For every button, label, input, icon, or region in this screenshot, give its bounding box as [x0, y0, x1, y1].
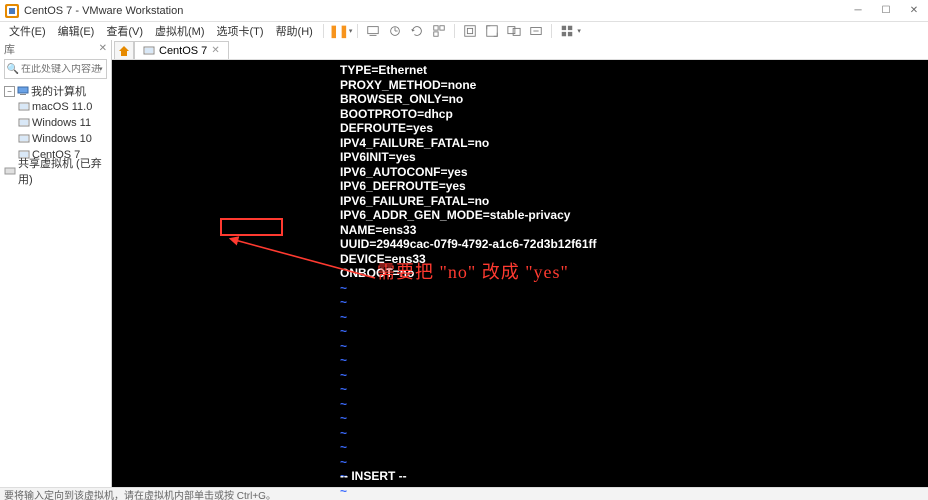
tab-centos7[interactable]: CentOS 7 ✕ — [134, 41, 229, 59]
sidebar-title: 库 — [4, 41, 15, 57]
tree-vm-label: Windows 11 — [32, 117, 91, 129]
terminal-mode-line: -- INSERT -- — [340, 469, 407, 484]
terminal-tildes: ~~~~~~~~~~~~~~~~ — [340, 281, 347, 500]
sidebar-close-icon[interactable]: ✕ — [99, 43, 107, 54]
search-dropdown[interactable]: ▾ — [99, 65, 103, 73]
tree-root-label: 我的计算机 — [31, 83, 86, 99]
shared-icon — [4, 165, 16, 177]
tree-vm-label: macOS 11.0 — [32, 101, 92, 113]
separator — [323, 24, 324, 38]
window-title: CentOS 7 - VMware Workstation — [24, 5, 183, 17]
toolbar-snapshot-icon[interactable] — [385, 22, 405, 40]
vm-icon — [18, 101, 30, 113]
annotation-text: 需要把 "no" 改成 "yes" — [377, 265, 569, 280]
minimize-button[interactable]: ─ — [844, 0, 872, 22]
tree-vm-macos[interactable]: macOS 11.0 — [0, 99, 111, 115]
sidebar-search[interactable]: 🔍 ▾ — [4, 59, 107, 79]
pause-button[interactable]: ❚❚ — [329, 22, 349, 40]
app-icon — [4, 3, 20, 19]
toolbar-fullscreen-icon[interactable] — [482, 22, 502, 40]
tree-vm-win10[interactable]: Windows 10 — [0, 131, 111, 147]
menu-help[interactable]: 帮助(H) — [271, 21, 318, 41]
vm-tree: − 我的计算机 macOS 11.0 Windows 11 Windows 10… — [0, 81, 111, 181]
menu-file[interactable]: 文件(E) — [4, 21, 51, 41]
status-text: 要将输入定向到该虚拟机，请在虚拟机内部单击或按 Ctrl+G。 — [4, 487, 276, 500]
tab-bar: CentOS 7 ✕ — [112, 40, 928, 60]
tree-root-shared[interactable]: 共享虚拟机 (已弃用) — [0, 163, 111, 179]
expander-icon[interactable]: − — [4, 86, 15, 97]
vm-icon — [18, 117, 30, 129]
status-bar: 要将输入定向到该虚拟机，请在虚拟机内部单击或按 Ctrl+G。 — [0, 487, 928, 500]
toolbar-grid-icon[interactable] — [557, 22, 577, 40]
computer-icon — [17, 85, 29, 97]
toolbar-manage-icon[interactable] — [429, 22, 449, 40]
toolbar-revert-icon[interactable] — [407, 22, 427, 40]
terminal-view[interactable]: TYPE=Ethernet PROXY_METHOD=none BROWSER_… — [112, 60, 928, 487]
pause-dropdown[interactable]: ▾ — [349, 27, 353, 35]
content-pane: CentOS 7 ✕ TYPE=Ethernet PROXY_METHOD=no… — [112, 40, 928, 487]
search-icon: 🔍 — [5, 64, 21, 75]
toolbar-stretch-icon[interactable] — [526, 22, 546, 40]
tree-root-my-computer[interactable]: − 我的计算机 — [0, 83, 111, 99]
menu-edit[interactable]: 编辑(E) — [53, 21, 100, 41]
title-bar: CentOS 7 - VMware Workstation ─ ☐ ✕ — [0, 0, 928, 22]
search-input[interactable] — [21, 64, 101, 75]
vm-icon — [18, 133, 30, 145]
grid-dropdown[interactable]: ▾ — [577, 27, 581, 35]
home-tab[interactable] — [114, 41, 134, 59]
vm-icon — [143, 45, 155, 57]
menu-view[interactable]: 查看(V) — [101, 21, 148, 41]
menu-vm[interactable]: 虚拟机(M) — [150, 21, 210, 41]
tree-vm-label: Windows 10 — [32, 133, 92, 145]
menu-tabs[interactable]: 选项卡(T) — [212, 21, 269, 41]
toolbar-icon-1[interactable] — [363, 22, 383, 40]
annotation-arrow — [229, 236, 379, 281]
menu-bar: 文件(E) 编辑(E) 查看(V) 虚拟机(M) 选项卡(T) 帮助(H) ❚❚… — [0, 22, 928, 40]
tab-label: CentOS 7 — [159, 45, 207, 57]
toolbar-fit-icon[interactable] — [460, 22, 480, 40]
toolbar-unity-icon[interactable] — [504, 22, 524, 40]
maximize-button[interactable]: ☐ — [872, 0, 900, 22]
library-sidebar: 库 ✕ 🔍 ▾ − 我的计算机 macOS 11.0 Windows 11 — [0, 40, 112, 487]
annotation-highlight-box — [220, 218, 283, 236]
tab-close-icon[interactable]: ✕ — [211, 45, 219, 56]
close-button[interactable]: ✕ — [900, 0, 928, 22]
tree-shared-label: 共享虚拟机 (已弃用) — [18, 155, 111, 187]
sidebar-header: 库 ✕ — [0, 40, 111, 57]
tree-vm-win11[interactable]: Windows 11 — [0, 115, 111, 131]
